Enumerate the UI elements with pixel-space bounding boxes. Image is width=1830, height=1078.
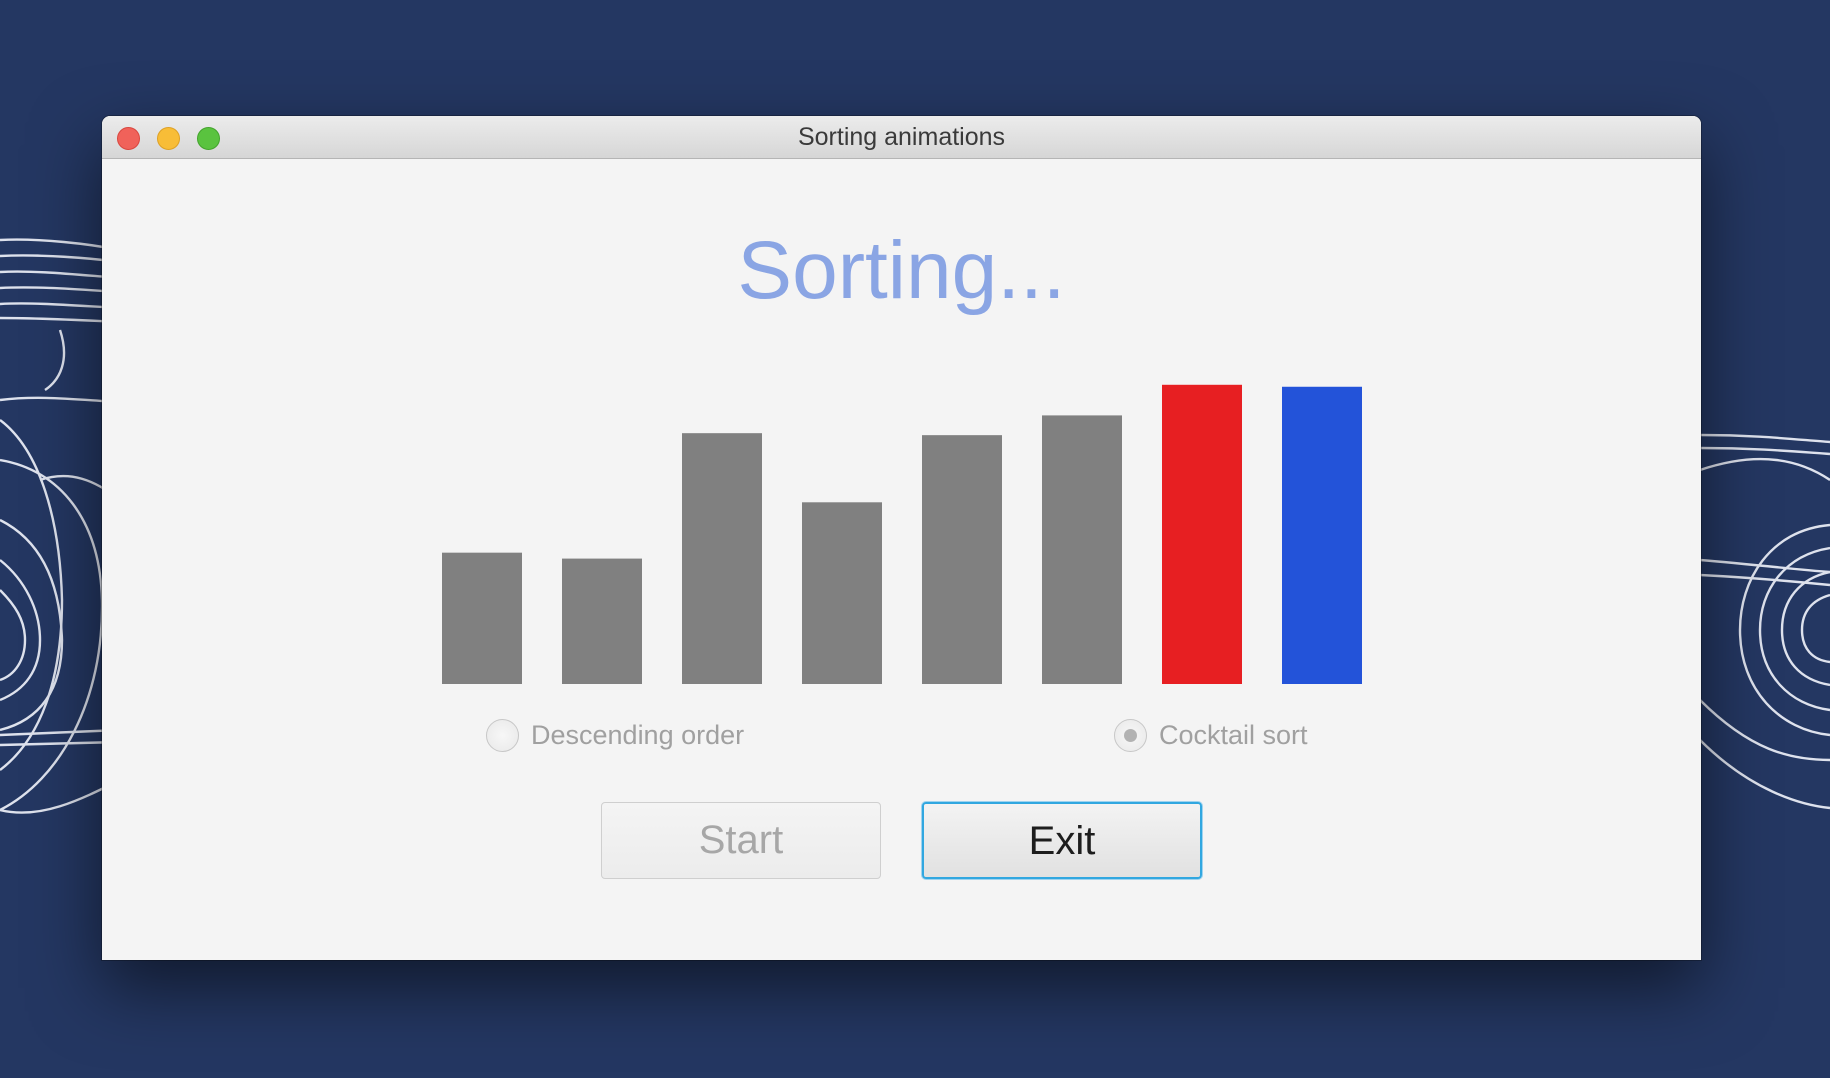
bar-8 (1282, 386, 1362, 684)
bar-6 (1042, 415, 1122, 684)
start-button[interactable]: Start (601, 802, 881, 879)
cocktail-sort-option[interactable]: Cocktail sort (1114, 717, 1308, 753)
bar-5 (922, 435, 1002, 684)
bar-7 (1162, 384, 1242, 684)
bar-3 (682, 433, 762, 684)
bar-4 (802, 502, 882, 684)
cocktail-sort-radio[interactable] (1114, 718, 1147, 752)
exit-button[interactable]: Exit (922, 802, 1202, 879)
sorting-bar-chart (442, 384, 1362, 684)
title-bar[interactable]: Sorting animations (102, 116, 1701, 159)
cocktail-sort-label: Cocktail sort (1159, 719, 1308, 750)
descending-order-label: Descending order (531, 719, 745, 750)
descending-order-radio[interactable] (486, 718, 519, 752)
app-window: Sorting animations Sorting... Descending… (102, 116, 1701, 960)
bar-1 (442, 552, 522, 684)
bar-2 (562, 558, 642, 684)
window-title: Sorting animations (797, 123, 1006, 151)
descending-order-option[interactable]: Descending order (486, 717, 744, 753)
window-content: Sorting... Descending order Cocktail sor… (102, 159, 1701, 960)
